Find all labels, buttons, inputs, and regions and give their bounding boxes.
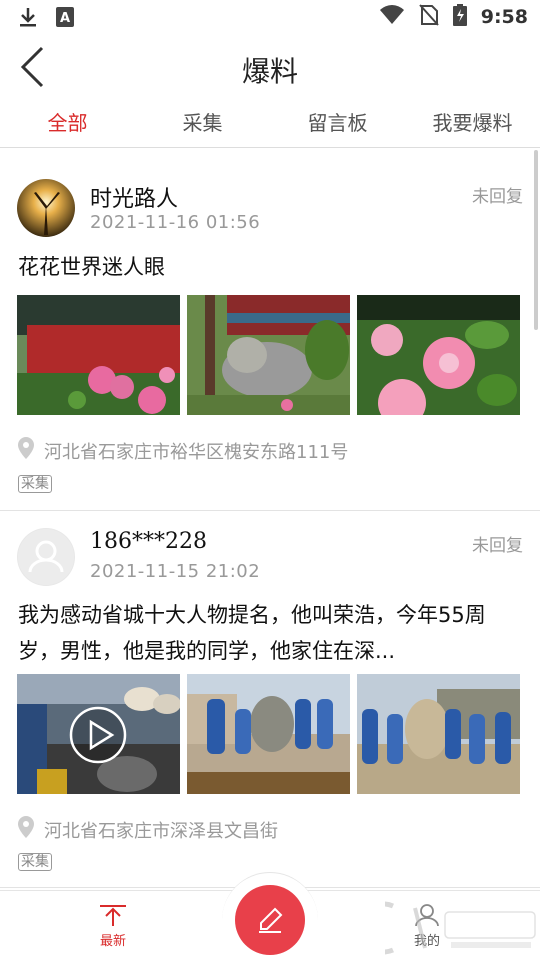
- post-text: 花花世界迷人眼: [18, 255, 165, 279]
- post-timestamp: 2021-11-16 01:56: [90, 212, 261, 233]
- photo-grid: [17, 295, 520, 415]
- avatar[interactable]: [17, 528, 75, 586]
- tab-collect[interactable]: 采集: [135, 98, 270, 147]
- clock: 9:58: [480, 6, 528, 28]
- post-video[interactable]: [17, 674, 180, 794]
- post-photo[interactable]: [187, 674, 350, 794]
- post-location: 河北省石家庄市裕华区槐安东路111号: [18, 437, 348, 464]
- location-text: 河北省石家庄市裕华区槐安东路111号: [44, 441, 349, 463]
- username: 时光路人: [90, 187, 179, 212]
- post-photo[interactable]: [357, 674, 520, 794]
- category-tag: 采集: [18, 853, 52, 871]
- location-text: 河北省石家庄市深泽县文昌街: [44, 820, 278, 842]
- watermark: [356, 900, 540, 956]
- wifi-icon: [379, 5, 405, 29]
- page-title: 爆料: [241, 55, 298, 88]
- tab-message-board[interactable]: 留言板: [270, 98, 405, 147]
- title-bar: 爆料: [0, 36, 540, 98]
- location-pin-icon: [18, 437, 34, 464]
- post-text-line: 我为感动省城十大人物提名，他叫荣浩，今年55周: [18, 603, 486, 627]
- nav-latest[interactable]: 最新: [88, 904, 138, 949]
- font-app-icon: A: [56, 7, 74, 31]
- location-pin-icon: [18, 816, 34, 843]
- compose-button[interactable]: [235, 885, 305, 955]
- post-text-line: 岁，男性，他是我的同学，他家住在深...: [18, 639, 396, 663]
- category-tag: 采集: [18, 475, 52, 493]
- post-photo[interactable]: [187, 295, 350, 415]
- battery-charging-icon: [452, 4, 467, 30]
- reply-status: 未回复: [472, 187, 523, 207]
- reply-status: 未回复: [472, 536, 523, 556]
- feed-list[interactable]: 时光路人 2021-11-16 01:56 未回复 花花世界迷人眼 河北省石家庄…: [0, 149, 540, 890]
- play-icon[interactable]: [68, 705, 128, 769]
- nav-latest-label: 最新: [99, 934, 126, 949]
- no-sim-icon: [418, 4, 439, 30]
- photo-grid: [17, 674, 520, 794]
- pencil-icon: [259, 907, 283, 933]
- post-photo[interactable]: [17, 295, 180, 415]
- scrollbar[interactable]: [534, 150, 538, 330]
- post-timestamp: 2021-11-15 21:02: [90, 561, 261, 582]
- tab-submit-tip[interactable]: 我要爆料: [405, 98, 540, 147]
- post-photo[interactable]: [357, 295, 520, 415]
- latest-icon: [98, 905, 128, 930]
- divider: [0, 510, 540, 511]
- tab-bar: 全部 采集 留言板 我要爆料: [0, 98, 540, 148]
- post-text: 我为感动省城十大人物提名，他叫荣浩，今年55周 岁，男性，他是我的同学，他家住在…: [18, 597, 522, 669]
- username: 186***228: [90, 529, 207, 554]
- status-bar: A 9:58: [0, 0, 540, 36]
- download-icon: [18, 6, 38, 32]
- tab-all[interactable]: 全部: [0, 98, 135, 147]
- svg-text:A: A: [60, 11, 70, 26]
- post-location: 河北省石家庄市深泽县文昌街: [18, 816, 278, 843]
- avatar[interactable]: [17, 179, 75, 237]
